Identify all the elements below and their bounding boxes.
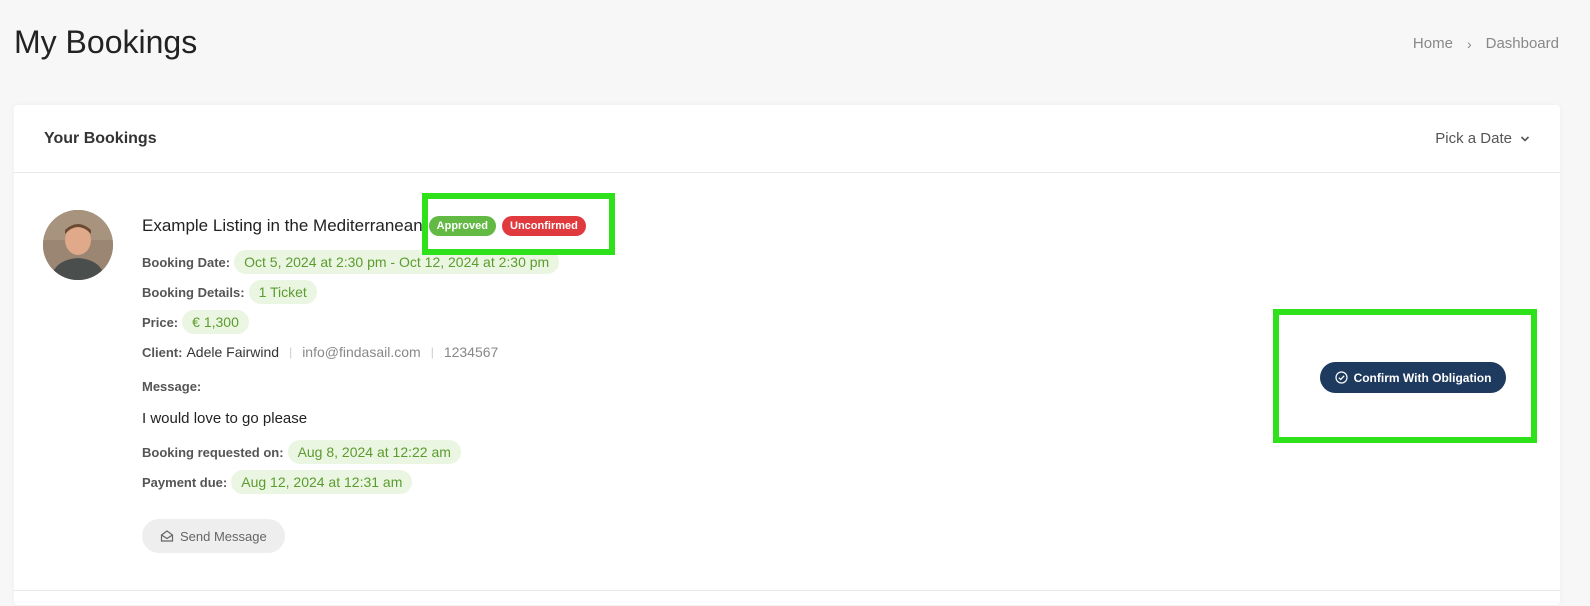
chevron-down-icon bbox=[1520, 135, 1530, 142]
requested-label: Booking requested on: bbox=[142, 444, 284, 460]
client-separator: | bbox=[289, 345, 293, 359]
price-row: Price: € 1,300 bbox=[142, 309, 1042, 335]
booking-content: Example Listing in the Mediterranean App… bbox=[142, 213, 1042, 553]
card-header: Your Bookings Pick a Date bbox=[14, 105, 1560, 173]
highlight-confirm-button bbox=[1273, 309, 1537, 443]
message-label: Message: bbox=[142, 378, 202, 394]
requested-value: Aug 8, 2024 at 12:22 am bbox=[287, 440, 461, 464]
booking-details-value: 1 Ticket bbox=[248, 280, 317, 304]
client-phone[interactable]: 1234567 bbox=[444, 344, 499, 360]
avatar bbox=[43, 210, 113, 280]
client-row: Client: Adele Fairwind | info@findasail.… bbox=[142, 339, 1042, 365]
date-picker-label: Pick a Date bbox=[1435, 130, 1512, 147]
client-name: Adele Fairwind bbox=[186, 344, 280, 360]
price-label: Price: bbox=[142, 314, 179, 330]
listing-title[interactable]: Example Listing in the Mediterranean bbox=[142, 216, 423, 236]
send-message-button[interactable]: Send Message bbox=[142, 519, 285, 553]
client-label: Client: bbox=[142, 344, 183, 360]
requested-row: Booking requested on: Aug 8, 2024 at 12:… bbox=[142, 439, 1042, 465]
breadcrumb: Home › Dashboard bbox=[1413, 35, 1559, 52]
breadcrumb-separator: › bbox=[1466, 35, 1472, 52]
payment-due-row: Payment due: Aug 12, 2024 at 12:31 am bbox=[142, 469, 1042, 495]
highlight-status-badges bbox=[422, 193, 615, 255]
envelope-icon bbox=[160, 530, 174, 542]
booking-details-row: Booking Details: 1 Ticket bbox=[142, 279, 1042, 305]
message-label-row: Message: bbox=[142, 373, 1042, 399]
send-message-label: Send Message bbox=[180, 528, 267, 544]
booking-details-label: Booking Details: bbox=[142, 284, 245, 300]
payment-due-value: Aug 12, 2024 at 12:31 am bbox=[231, 470, 413, 494]
client-email[interactable]: info@findasail.com bbox=[302, 344, 421, 360]
client-separator: | bbox=[430, 345, 434, 359]
card-title: Your Bookings bbox=[44, 129, 157, 147]
message-text: I would love to go please bbox=[142, 409, 308, 427]
card-divider bbox=[14, 590, 1560, 591]
breadcrumb-home[interactable]: Home bbox=[1413, 35, 1453, 52]
date-picker[interactable]: Pick a Date bbox=[1435, 130, 1530, 147]
breadcrumb-current[interactable]: Dashboard bbox=[1486, 35, 1559, 52]
booking-date-label: Booking Date: bbox=[142, 254, 231, 270]
payment-due-label: Payment due: bbox=[142, 474, 228, 490]
price-value: € 1,300 bbox=[182, 310, 249, 334]
page-title: My Bookings bbox=[14, 24, 198, 60]
